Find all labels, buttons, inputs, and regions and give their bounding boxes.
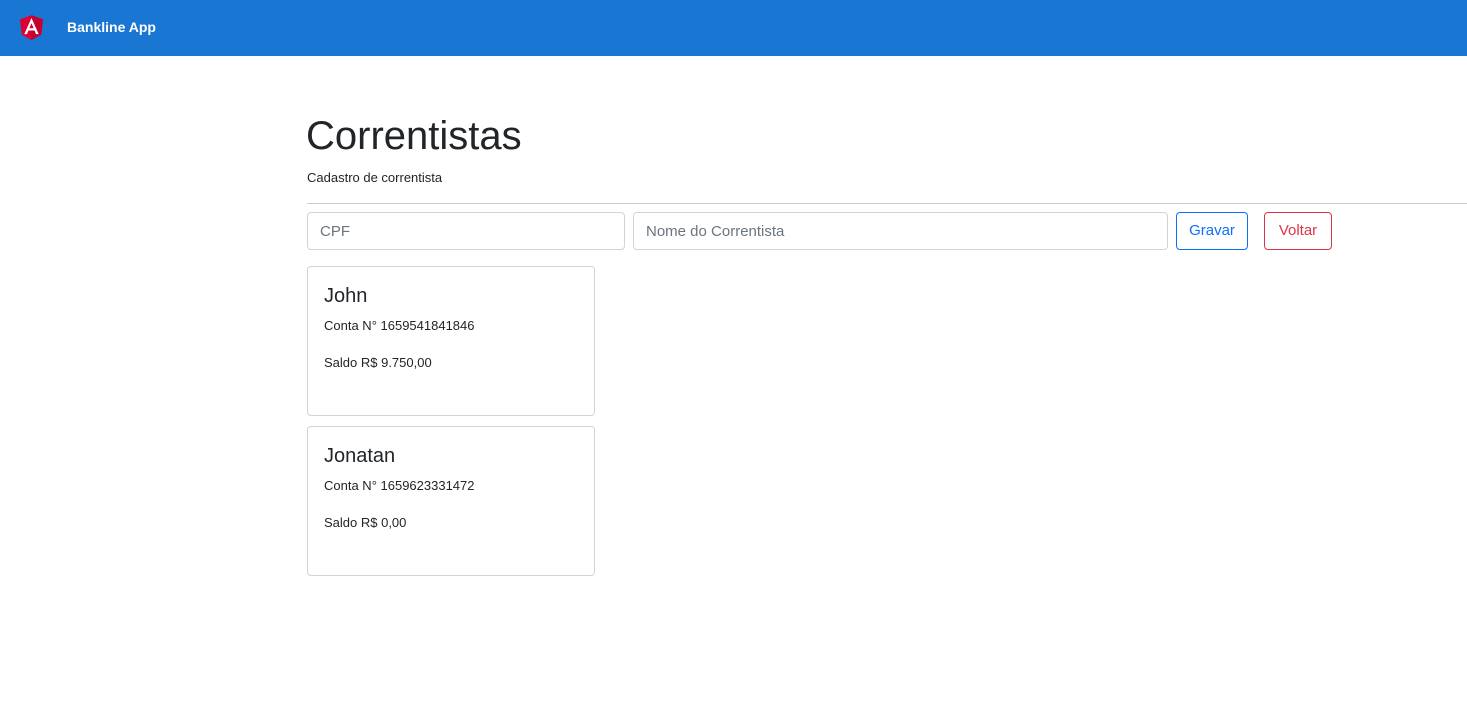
correntista-card: John Conta N° 1659541841846 Saldo R$ 9.7… xyxy=(307,266,595,416)
top-navbar: Bankline App xyxy=(0,0,1467,56)
correntista-card: Jonatan Conta N° 1659623331472 Saldo R$ … xyxy=(307,426,595,576)
saldo-value: Saldo R$ 0,00 xyxy=(324,515,407,530)
page-title: Correntistas xyxy=(306,114,522,158)
voltar-button[interactable]: Voltar xyxy=(1264,212,1332,250)
app-title[interactable]: Bankline App xyxy=(67,17,156,37)
angular-logo-icon[interactable] xyxy=(16,9,47,45)
conta-number: Conta N° 1659623331472 xyxy=(324,478,475,493)
saldo-value: Saldo R$ 9.750,00 xyxy=(324,355,432,370)
cpf-input[interactable] xyxy=(307,212,625,250)
divider xyxy=(307,203,1467,204)
correntista-name: John xyxy=(324,285,368,307)
correntista-name: Jonatan xyxy=(324,445,396,467)
nome-correntista-input[interactable] xyxy=(633,212,1168,250)
gravar-button[interactable]: Gravar xyxy=(1176,212,1248,250)
conta-number: Conta N° 1659541841846 xyxy=(324,318,475,333)
page-subtitle: Cadastro de correntista xyxy=(307,170,443,185)
